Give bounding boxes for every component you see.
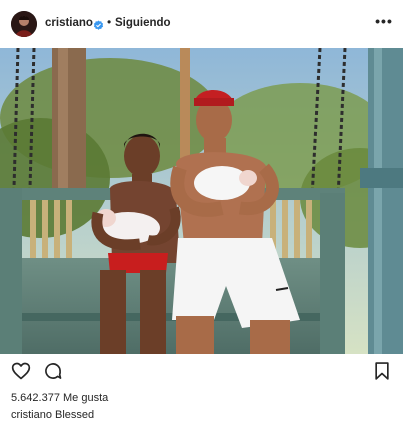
more-options-icon[interactable]: ••• [375,14,393,32]
bookmark-icon[interactable] [372,361,392,381]
instagram-post: cristiano • Siguiendo ••• 5.642.377 Me g… [0,0,403,426]
verified-badge-icon [93,18,104,30]
heart-icon[interactable] [11,361,31,381]
comment-icon[interactable] [43,361,63,381]
likes-count[interactable]: 5.642.377 Me gusta [11,392,108,404]
header-separator: • [107,15,112,29]
post-caption: cristiano Blessed [11,409,94,421]
post-header: cristiano • Siguiendo ••• [0,0,403,48]
following-button[interactable]: Siguiendo [115,17,171,29]
caption-text: Blessed [55,409,95,421]
action-bar [0,356,403,386]
likes-number: 5.642.377 [11,392,60,404]
post-username[interactable]: cristiano [45,17,93,29]
likes-label: Me gusta [63,392,109,404]
avatar[interactable] [11,11,37,37]
post-image[interactable] [0,48,403,354]
caption-username[interactable]: cristiano [11,409,52,421]
